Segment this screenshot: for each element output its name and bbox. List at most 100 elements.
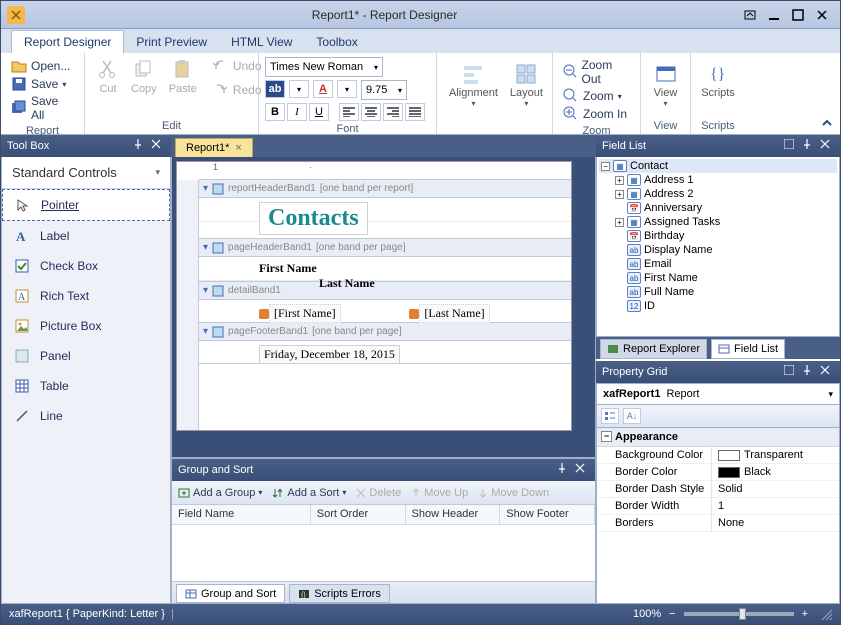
prop-border-dash-style[interactable]: Border Dash StyleSolid	[597, 481, 839, 498]
collapse-icon[interactable]: ▾	[203, 242, 208, 253]
bind-firstname[interactable]: [First Name]	[269, 304, 341, 323]
tab-report-designer[interactable]: Report Designer	[11, 30, 124, 53]
tab-print-preview[interactable]: Print Preview	[124, 31, 219, 53]
prop-border-color[interactable]: Border ColorBlack	[597, 464, 839, 481]
copy-button[interactable]: Copy	[125, 57, 163, 99]
expander-icon[interactable]: +	[615, 176, 624, 185]
field-address-1[interactable]: +▦Address 1	[599, 173, 837, 187]
underline-button[interactable]: U	[309, 103, 329, 121]
cut-button[interactable]: Cut	[91, 57, 125, 99]
field-assigned-tasks[interactable]: +▦Assigned Tasks	[599, 215, 837, 229]
categorized-button[interactable]	[601, 408, 619, 424]
collapse-icon[interactable]: ▾	[203, 326, 208, 337]
tool-label[interactable]: ALabel	[2, 221, 170, 251]
toolbox-close-icon[interactable]	[151, 139, 165, 153]
tab-close-icon[interactable]: ×	[235, 142, 241, 154]
design-canvas[interactable]: 1· ▾reportHeaderBand1 [one band per repo…	[176, 161, 572, 431]
undo-button[interactable]: Undo	[209, 57, 266, 75]
tab-html-view[interactable]: HTML View	[219, 31, 304, 53]
field-full-name[interactable]: abFull Name	[599, 285, 837, 299]
pg-close-icon[interactable]	[820, 365, 834, 379]
prop-background-color[interactable]: Background ColorTransparent	[597, 447, 839, 464]
designer-tab[interactable]: Report1* ×	[175, 138, 253, 157]
prop-value[interactable]: Transparent	[712, 447, 839, 463]
gs-col-footer[interactable]: Show Footer	[500, 505, 595, 525]
zoom-out-button[interactable]: Zoom Out	[559, 57, 634, 87]
gs-col-order[interactable]: Sort Order	[311, 505, 406, 525]
expander-icon[interactable]: +	[615, 218, 624, 227]
prop-value[interactable]: Black	[712, 464, 839, 480]
field-anniversary[interactable]: 📅Anniversary	[599, 201, 837, 215]
minimize-button[interactable]	[763, 6, 785, 24]
report-title-label[interactable]: Contacts	[259, 202, 368, 235]
alphabetical-button[interactable]: A↓	[623, 408, 641, 424]
collapse-icon[interactable]: ▾	[203, 183, 208, 194]
scripts-button[interactable]: {}Scripts	[697, 61, 739, 101]
align-justify-button[interactable]	[405, 103, 425, 121]
field-display-name[interactable]: abDisplay Name	[599, 243, 837, 257]
redo-button[interactable]: Redo	[209, 81, 266, 99]
prop-value[interactable]: None	[712, 515, 839, 531]
move-up-button[interactable]: Move Up	[411, 487, 468, 499]
align-center-button[interactable]	[361, 103, 381, 121]
tool-checkbox[interactable]: Check Box	[2, 251, 170, 281]
band-header-report[interactable]: ▾reportHeaderBand1 [one band per report]	[199, 180, 571, 198]
tab-scripts-errors[interactable]: {}Scripts Errors	[289, 584, 390, 603]
field-address-2[interactable]: +▦Address 2	[599, 187, 837, 201]
align-right-button[interactable]	[383, 103, 403, 121]
zoom-button[interactable]: Zoom ▾	[559, 87, 634, 105]
ribbon-options-icon[interactable]	[739, 6, 761, 24]
prop-value[interactable]: Solid	[712, 481, 839, 497]
tool-line[interactable]: Line	[2, 401, 170, 431]
tool-table[interactable]: Table	[2, 371, 170, 401]
field-birthday[interactable]: 📅Birthday	[599, 229, 837, 243]
field-email[interactable]: abEmail	[599, 257, 837, 271]
prop-border-width[interactable]: Border Width1	[597, 498, 839, 515]
col-firstname[interactable]: First Name	[259, 261, 399, 276]
propgrid-object-row[interactable]: xafReport1 Report ▾	[596, 383, 840, 405]
chevron-down-icon[interactable]: ▾	[828, 389, 833, 400]
maximize-button[interactable]	[787, 6, 809, 24]
font-color-dropdown[interactable]: ▾	[337, 80, 357, 98]
zoom-minus-icon[interactable]: −	[669, 608, 675, 620]
expander-icon[interactable]: +	[615, 190, 624, 199]
zoom-thumb[interactable]	[739, 608, 746, 620]
zoom-plus-icon[interactable]: +	[802, 608, 808, 620]
font-color-button[interactable]: A	[313, 80, 333, 98]
tool-richtext[interactable]: ARich Text	[2, 281, 170, 311]
gs-col-field[interactable]: Field Name	[172, 505, 311, 525]
band-header-page[interactable]: ▾pageHeaderBand1 [one band per page]	[199, 239, 571, 257]
bind-lastname[interactable]: [Last Name]	[419, 304, 489, 323]
bold-button[interactable]: B	[265, 103, 285, 121]
fl-window-icon[interactable]	[784, 139, 798, 153]
fl-close-icon[interactable]	[820, 139, 834, 153]
gs-close-icon[interactable]	[575, 463, 589, 477]
tab-group-sort[interactable]: Group and Sort	[176, 584, 285, 603]
layout-button[interactable]: Layout▾	[504, 61, 549, 110]
font-size-select[interactable]: 9.75▾	[361, 80, 407, 100]
font-family-select[interactable]: Times New Roman▾	[265, 57, 383, 77]
pg-pin-icon[interactable]	[802, 365, 816, 379]
paste-button[interactable]: Paste	[163, 57, 203, 99]
tool-pointer[interactable]: Pointer	[2, 189, 170, 221]
field-id[interactable]: 12ID	[599, 299, 837, 313]
toolbox-pin-icon[interactable]	[133, 139, 147, 153]
prop-category[interactable]: Appearance	[597, 428, 839, 447]
save-button[interactable]: Save ▾	[7, 75, 78, 93]
pg-window-icon[interactable]	[784, 365, 798, 379]
add-sort-button[interactable]: Add a Sort ▾	[272, 487, 346, 499]
view-button[interactable]: View▾	[647, 61, 684, 110]
save-all-button[interactable]: Save All	[7, 93, 78, 123]
tool-panel[interactable]: Panel	[2, 341, 170, 371]
date-label[interactable]: Friday, December 18, 2015	[259, 345, 400, 364]
highlight-color-button[interactable]: ab	[265, 80, 285, 98]
resize-grip-icon[interactable]	[820, 608, 832, 620]
field-first-name[interactable]: abFirst Name	[599, 271, 837, 285]
zoom-in-button[interactable]: Zoom In	[559, 105, 634, 123]
fl-pin-icon[interactable]	[802, 139, 816, 153]
prop-value[interactable]: 1	[712, 498, 839, 514]
collapse-icon[interactable]: ▾	[203, 285, 208, 296]
expander-icon[interactable]: −	[601, 162, 610, 171]
gs-col-header[interactable]: Show Header	[406, 505, 501, 525]
prop-borders[interactable]: BordersNone	[597, 515, 839, 532]
